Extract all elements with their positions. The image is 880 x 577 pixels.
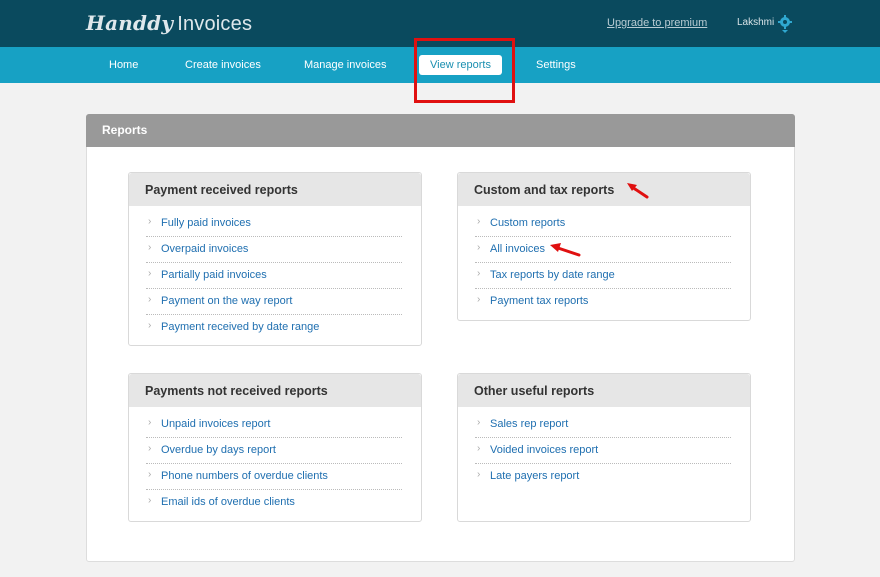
logo-script-text: Handdy: [86, 11, 174, 35]
report-link[interactable]: All invoices: [490, 243, 545, 255]
card-custom-tax: Custom and tax reports › Custom reports ›…: [457, 172, 751, 321]
list-item[interactable]: › Tax reports by date range: [475, 263, 731, 289]
list-item[interactable]: › Unpaid invoices report: [146, 412, 402, 438]
chevron-right-icon: ›: [148, 320, 152, 331]
list-item[interactable]: › Sales rep report: [475, 412, 731, 438]
annotation-highlight-box: [414, 38, 515, 103]
chevron-right-icon: ›: [477, 469, 481, 480]
list-item[interactable]: › Custom reports: [475, 211, 731, 237]
list-item[interactable]: › All invoices: [475, 237, 731, 263]
annotation-arrow-icon: [550, 243, 581, 257]
chevron-right-icon: ›: [148, 268, 152, 279]
chevron-right-icon: ›: [477, 242, 481, 253]
nav-create-invoices[interactable]: Create invoices: [185, 59, 261, 71]
list-item[interactable]: › Payment on the way report: [146, 289, 402, 315]
chevron-right-icon: ›: [477, 443, 481, 454]
nav-manage-invoices[interactable]: Manage invoices: [304, 59, 387, 71]
list-item[interactable]: › Overdue by days report: [146, 438, 402, 464]
chevron-right-icon: ›: [148, 469, 152, 480]
chevron-right-icon: ›: [477, 268, 481, 279]
chevron-right-icon: ›: [477, 417, 481, 428]
card-title: Other useful reports: [474, 384, 595, 398]
list-item[interactable]: › Payment tax reports: [475, 289, 731, 315]
card-other-useful: Other useful reports › Sales rep report ›…: [457, 373, 751, 522]
upgrade-to-premium-link[interactable]: Upgrade to premium: [607, 17, 707, 29]
card-payments-not-received: Payments not received reports › Unpaid in…: [128, 373, 422, 522]
list-item[interactable]: › Late payers report: [475, 464, 731, 490]
report-link[interactable]: Phone numbers of overdue clients: [161, 470, 328, 482]
chevron-right-icon: ›: [148, 242, 152, 253]
chevron-right-icon: ›: [148, 443, 152, 454]
user-name[interactable]: Lakshmi: [737, 17, 774, 28]
report-link[interactable]: Payment tax reports: [490, 295, 588, 307]
report-link[interactable]: Payment on the way report: [161, 295, 292, 307]
list-item[interactable]: › Overpaid invoices: [146, 237, 402, 263]
report-link[interactable]: Fully paid invoices: [161, 217, 251, 229]
report-link-list: › Unpaid invoices report › Overdue by days…: [146, 412, 402, 516]
list-item[interactable]: › Email ids of overdue clients: [146, 490, 402, 516]
chevron-right-icon: ›: [477, 216, 481, 227]
nav-home[interactable]: Home: [109, 59, 138, 71]
chevron-right-icon: ›: [477, 294, 481, 305]
chevron-right-icon: ›: [148, 495, 152, 506]
reports-panel-header: Reports: [86, 114, 795, 147]
report-link[interactable]: Unpaid invoices report: [161, 418, 270, 430]
report-link[interactable]: Overpaid invoices: [161, 243, 248, 255]
list-item[interactable]: › Payment received by date range: [146, 315, 402, 341]
list-item[interactable]: › Phone numbers of overdue clients: [146, 464, 402, 490]
report-link[interactable]: Custom reports: [490, 217, 565, 229]
card-title: Payments not received reports: [145, 384, 328, 398]
logo-plain-text: Invoices: [177, 13, 253, 35]
report-link[interactable]: Late payers report: [490, 470, 579, 482]
card-payment-received: Payment received reports › Fully paid inv…: [128, 172, 422, 346]
panel-title: Reports: [102, 123, 148, 137]
report-link-list: › Sales rep report › Voided invoices repor…: [475, 412, 731, 490]
chevron-right-icon: ›: [148, 216, 152, 227]
report-link-list: › Custom reports › All invoices › Tax repor…: [475, 211, 731, 315]
report-link[interactable]: Sales rep report: [490, 418, 568, 430]
annotation-arrow-icon: [627, 183, 649, 199]
chevron-right-icon: ›: [148, 294, 152, 305]
card-title: Payment received reports: [145, 183, 298, 197]
gear-icon[interactable]: [777, 14, 793, 34]
report-link[interactable]: Partially paid invoices: [161, 269, 267, 281]
app-logo[interactable]: Handdy Invoices: [86, 11, 252, 36]
report-link-list: › Fully paid invoices › Overpaid invoices …: [146, 211, 402, 341]
card-title: Custom and tax reports: [474, 183, 615, 197]
chevron-right-icon: ›: [148, 417, 152, 428]
nav-settings[interactable]: Settings: [536, 59, 576, 71]
list-item[interactable]: › Fully paid invoices: [146, 211, 402, 237]
report-link[interactable]: Voided invoices report: [490, 444, 598, 456]
report-link[interactable]: Tax reports by date range: [490, 269, 615, 281]
list-item[interactable]: › Partially paid invoices: [146, 263, 402, 289]
report-link[interactable]: Email ids of overdue clients: [161, 496, 295, 508]
report-link[interactable]: Payment received by date range: [161, 321, 319, 333]
report-link[interactable]: Overdue by days report: [161, 444, 276, 456]
list-item[interactable]: › Voided invoices report: [475, 438, 731, 464]
